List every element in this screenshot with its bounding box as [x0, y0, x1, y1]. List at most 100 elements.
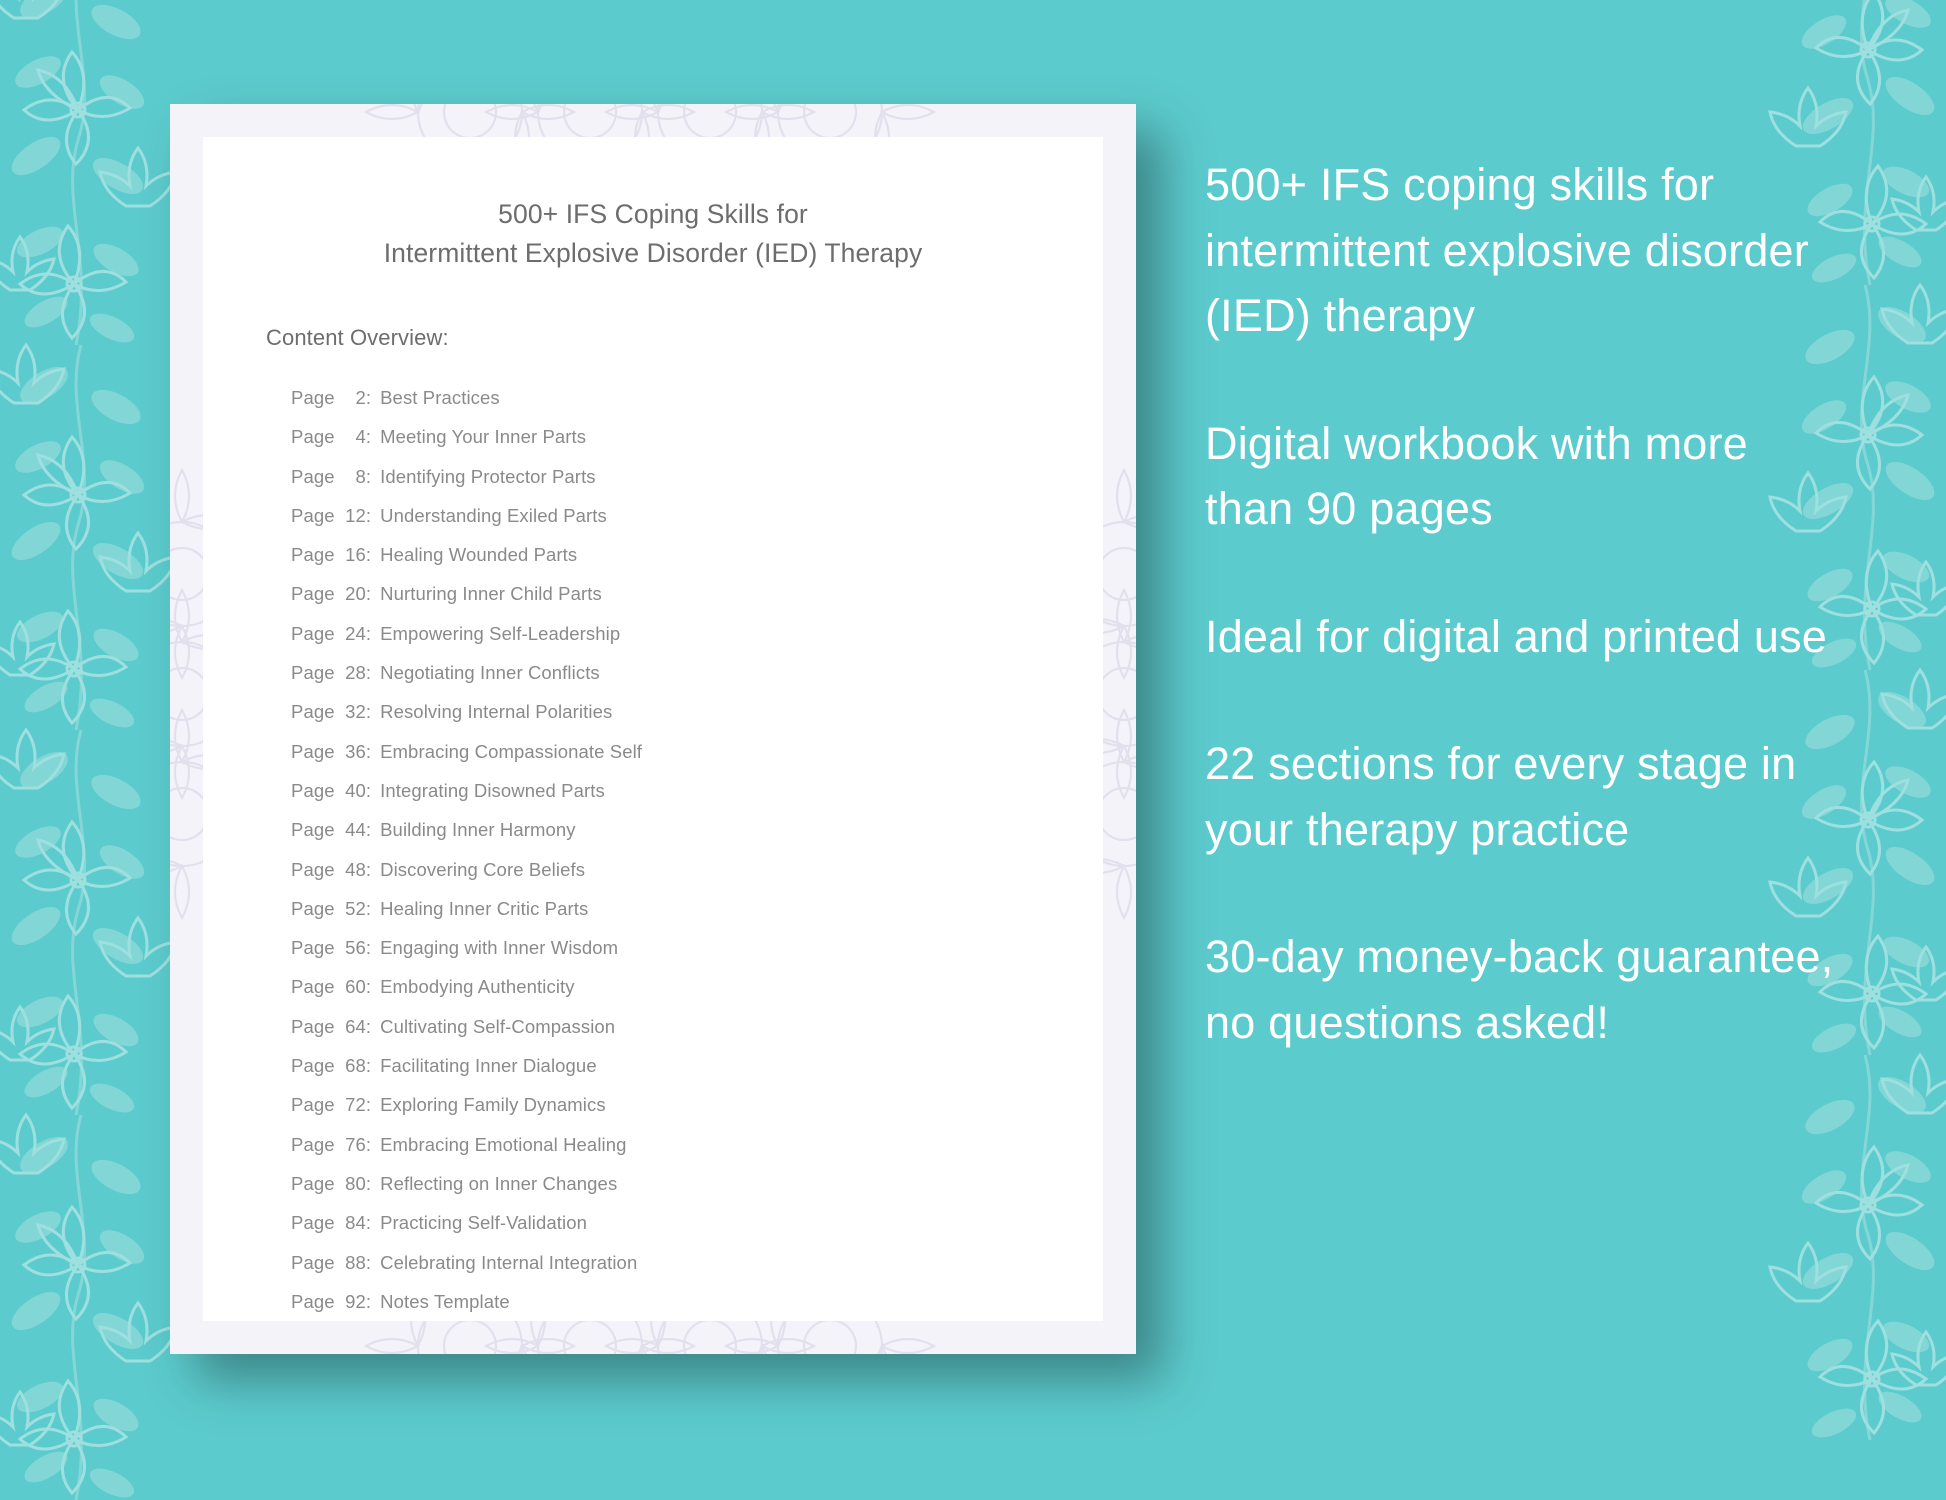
- toc-entry: Page 80: Reflecting on Inner Changes: [203, 1164, 1103, 1203]
- toc-page-label: Page: [291, 1133, 340, 1155]
- toc-colon: :: [365, 1212, 372, 1234]
- toc-entry: Page 68: Facilitating Inner Dialogue: [203, 1046, 1103, 1085]
- toc-entry: Page 2: Best Practices: [203, 378, 1103, 417]
- toc-page-number: 88: [345, 1251, 366, 1273]
- toc-page-number: 36: [345, 740, 366, 762]
- toc-entry: Page 36: Embracing Compassionate Self: [203, 732, 1103, 771]
- toc-colon: :: [365, 1055, 372, 1077]
- floral-vine-left-icon: [0, 0, 178, 1500]
- toc-colon: :: [365, 897, 372, 919]
- toc-colon: :: [365, 1094, 372, 1116]
- marketing-column: 500+ IFS coping skills for intermittent …: [1205, 152, 1845, 1055]
- toc-page-number: 60: [345, 976, 366, 998]
- toc-entry-title: Healing Inner Critic Parts: [380, 897, 589, 919]
- toc-page-label: Page: [291, 937, 340, 959]
- toc-entry: Page 76: Embracing Emotional Healing: [203, 1125, 1103, 1164]
- toc-colon: :: [365, 1015, 372, 1037]
- marketing-block: 30-day money-back guarantee, no question…: [1205, 931, 1834, 1048]
- toc-page-label: Page: [291, 1251, 340, 1273]
- toc-page-number: 56: [345, 937, 366, 959]
- toc-page-label: Page: [291, 1212, 340, 1234]
- toc-entry: Page 12: Understanding Exiled Parts: [203, 496, 1103, 535]
- toc-colon: :: [365, 819, 372, 841]
- toc-entry-title: Nurturing Inner Child Parts: [380, 583, 602, 605]
- toc-entry: Page 8: Identifying Protector Parts: [203, 457, 1103, 496]
- toc-entry: Page 52: Healing Inner Critic Parts: [203, 889, 1103, 928]
- toc-entry-title: Healing Wounded Parts: [380, 544, 578, 566]
- toc-entry-title: Embodying Authenticity: [380, 976, 575, 998]
- toc-page-label: Page: [291, 1055, 340, 1077]
- toc-colon: :: [365, 583, 372, 605]
- toc-page-label: Page: [291, 1094, 340, 1116]
- toc-entry: Page 64: Cultivating Self-Compassion: [203, 1007, 1103, 1046]
- toc-entry-title: Celebrating Internal Integration: [380, 1251, 638, 1273]
- workbook-page-sheet: 500+ IFS Coping Skills for Intermittent …: [203, 137, 1103, 1321]
- toc-entry-title: Empowering Self-Leadership: [380, 622, 621, 644]
- toc-page-label: Page: [291, 426, 340, 448]
- toc-page-label: Page: [291, 701, 340, 723]
- toc-page-number: 40: [345, 779, 366, 801]
- toc-page-number: 2: [355, 387, 366, 408]
- toc-entry-title: Negotiating Inner Conflicts: [380, 662, 600, 684]
- toc-colon: :: [365, 1290, 372, 1312]
- toc-entry-title: Best Practices: [380, 387, 500, 408]
- toc-colon: :: [365, 1133, 372, 1155]
- toc-entry-title: Facilitating Inner Dialogue: [380, 1055, 597, 1077]
- toc-page-number: 80: [345, 1172, 366, 1194]
- toc-page-label: Page: [291, 465, 340, 487]
- toc-entry: Page 56: Engaging with Inner Wisdom: [203, 928, 1103, 967]
- toc-colon: :: [365, 740, 372, 762]
- toc-page-number: 64: [345, 1015, 366, 1037]
- toc-colon: :: [365, 937, 372, 959]
- toc-entry: Page 16: Healing Wounded Parts: [203, 535, 1103, 574]
- toc-entry: Page 44: Building Inner Harmony: [203, 810, 1103, 849]
- toc-page-number: 4: [355, 426, 366, 448]
- toc-colon: :: [365, 701, 372, 723]
- toc-page-label: Page: [291, 976, 340, 998]
- toc-page-number: 32: [345, 701, 366, 723]
- toc-colon: :: [365, 465, 372, 487]
- toc-entry: Page 72: Exploring Family Dynamics: [203, 1085, 1103, 1124]
- toc-entry-title: Embracing Emotional Healing: [380, 1133, 627, 1155]
- toc-entry-title: Engaging with Inner Wisdom: [380, 937, 619, 959]
- toc-entry-title: Discovering Core Beliefs: [380, 858, 586, 880]
- toc-colon: :: [365, 1172, 372, 1194]
- toc-entry-title: Embracing Compassionate Self: [380, 740, 643, 762]
- toc-entry: Page 88: Celebrating Internal Integration: [203, 1243, 1103, 1282]
- toc-entry: Page 48: Discovering Core Beliefs: [203, 850, 1103, 889]
- toc-page-label: Page: [291, 1172, 340, 1194]
- toc-page-label: Page: [291, 1015, 340, 1037]
- toc-entry: Page 20: Nurturing Inner Child Parts: [203, 574, 1103, 613]
- product-card: 500+ IFS Coping Skills for Intermittent …: [170, 104, 1136, 1354]
- toc-entry: Page 92: Notes Template: [203, 1282, 1103, 1321]
- marketing-block: 500+ IFS coping skills for intermittent …: [1205, 159, 1809, 341]
- toc-entry: Page 84: Practicing Self-Validation: [203, 1203, 1103, 1242]
- toc-page-label: Page: [291, 387, 340, 408]
- toc-page-number: 8: [355, 465, 366, 487]
- toc-page-label: Page: [291, 897, 340, 919]
- toc-entry-title: Understanding Exiled Parts: [380, 504, 607, 526]
- toc-page-number: 44: [345, 819, 366, 841]
- content-overview-label: Content Overview:: [266, 325, 449, 350]
- marketing-block: Ideal for digital and printed use: [1205, 610, 1828, 662]
- toc-page-number: 16: [345, 544, 366, 566]
- toc-entry-title: Integrating Disowned Parts: [380, 779, 605, 801]
- toc-page-number: 72: [345, 1094, 366, 1116]
- toc-page-label: Page: [291, 544, 340, 566]
- toc-colon: :: [365, 426, 372, 448]
- toc-colon: :: [365, 544, 372, 566]
- toc-colon: :: [365, 504, 372, 526]
- toc-colon: :: [365, 622, 372, 644]
- toc-page-number: 84: [345, 1212, 366, 1234]
- toc-entry-title: Reflecting on Inner Changes: [380, 1172, 618, 1194]
- toc-page-number: 20: [345, 583, 366, 605]
- toc-page-label: Page: [291, 858, 340, 880]
- toc-entry: Page 40: Integrating Disowned Parts: [203, 771, 1103, 810]
- toc-page-number: 24: [345, 622, 366, 644]
- toc-page-number: 76: [345, 1133, 366, 1155]
- toc-page-number: 92: [345, 1290, 366, 1312]
- toc-page-label: Page: [291, 583, 340, 605]
- toc-colon: :: [365, 662, 372, 684]
- toc-entry: Page 24: Empowering Self-Leadership: [203, 614, 1103, 653]
- toc-page-label: Page: [291, 622, 340, 644]
